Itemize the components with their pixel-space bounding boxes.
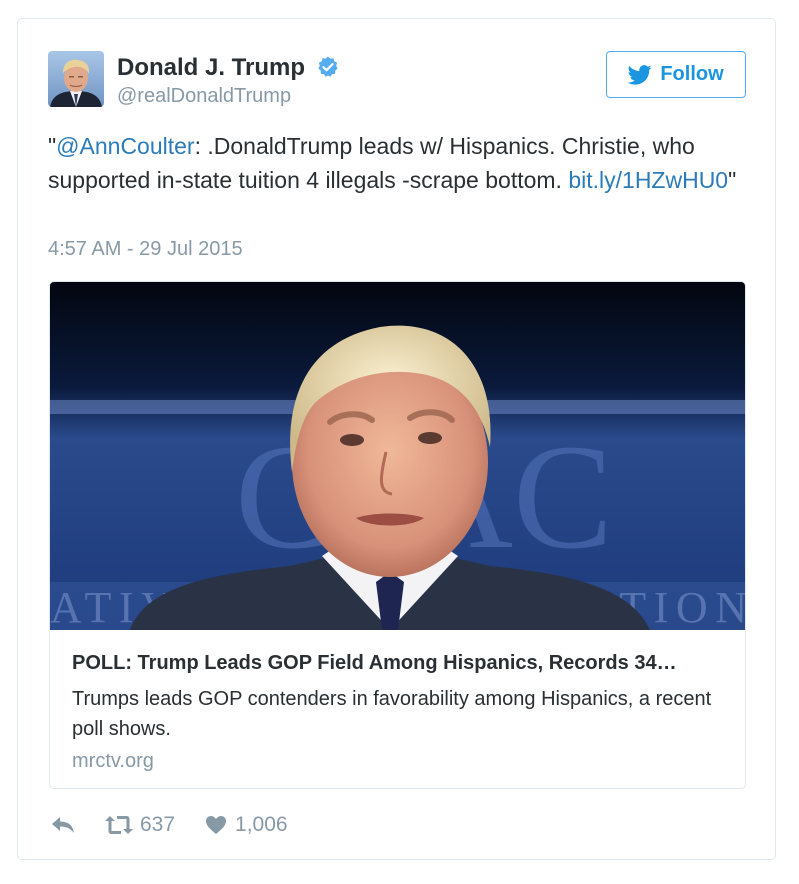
preview-photo: CPAC ATIVE POLITICAL ACTION — [50, 282, 745, 630]
verified-badge-icon — [318, 56, 338, 77]
twitter-bird-icon — [628, 64, 652, 85]
avatar-image — [48, 51, 104, 107]
preview-domain: mrctv.org — [72, 750, 154, 772]
preview-description: Trumps leads GOP contenders in favorabil… — [72, 688, 712, 740]
tweet-actions: 637 1,006 — [48, 809, 288, 841]
short-link[interactable]: bit.ly/1HZwHU0 — [568, 167, 728, 193]
like-count: 1,006 — [235, 813, 288, 836]
reply-action[interactable] — [50, 814, 76, 836]
retweet-action[interactable]: 637 — [104, 813, 175, 837]
open-quote: " — [48, 133, 57, 159]
tweet-text: "@AnnCoulter: .DonaldTrump leads w/ Hisp… — [48, 129, 748, 197]
author-avatar[interactable] — [48, 51, 104, 107]
author-handle[interactable]: @realDonaldTrump — [117, 83, 291, 109]
follow-button[interactable]: Follow — [606, 51, 746, 98]
like-action[interactable]: 1,006 — [205, 813, 288, 837]
close-quote: " — [728, 167, 737, 193]
tweet-timestamp[interactable]: 4:57 AM - 29 Jul 2015 — [48, 235, 243, 263]
retweet-icon — [105, 816, 133, 834]
preview-title[interactable]: POLL: Trump Leads GOP Field Among Hispan… — [72, 650, 732, 676]
link-preview-card[interactable]: CPAC ATIVE POLITICAL ACTION POLL: Trump … — [49, 281, 746, 789]
follow-label: Follow — [660, 63, 724, 85]
reply-icon — [52, 817, 74, 833]
author-name[interactable]: Donald J. Trump — [117, 53, 305, 83]
tweet-card: Donald J. Trump @realDonaldTrump Follow … — [17, 18, 776, 860]
mention-link[interactable]: @AnnCoulter — [56, 133, 194, 159]
heart-icon — [206, 816, 227, 834]
retweet-count: 637 — [140, 813, 176, 836]
